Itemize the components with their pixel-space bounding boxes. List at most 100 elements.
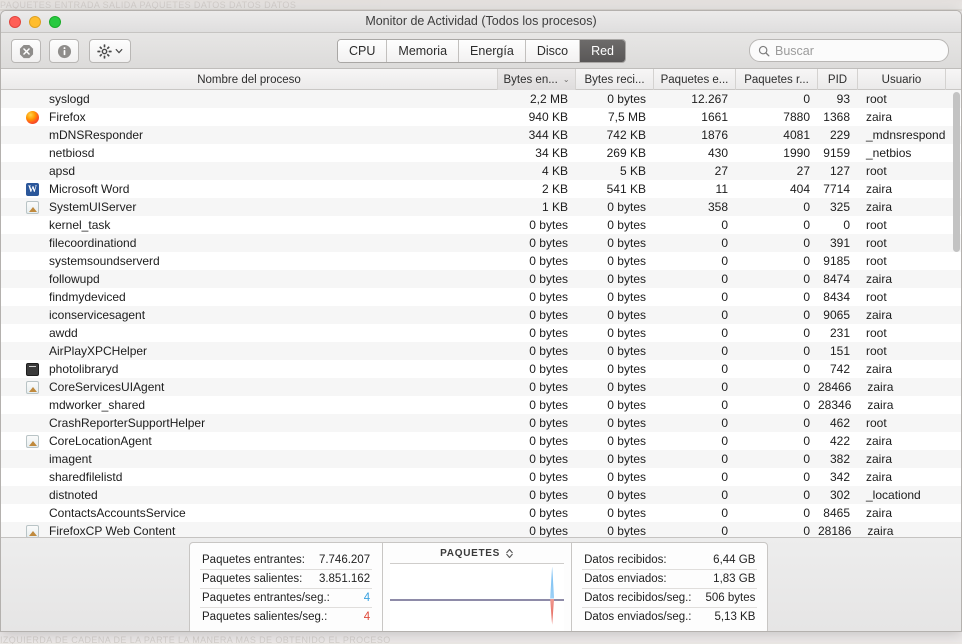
cell-bytes-received: 269 KB [576,146,654,160]
column-header-spacer [946,69,961,90]
cell-user: zaira [859,524,946,537]
cell-packets-received: 0 [736,524,818,537]
cell-pid: 93 [818,92,858,106]
cell-packets-sent: 1876 [654,128,736,142]
tab-red[interactable]: Red [580,40,625,62]
cell-pid: 8465 [818,506,858,520]
cell-pid: 9159 [818,146,858,160]
cell-packets-sent: 0 [654,218,736,232]
table-row[interactable]: FirefoxCP Web Content0 bytes0 bytes00281… [1,522,961,537]
table-row[interactable]: awdd0 bytes0 bytes00231root [1,324,961,342]
table-column-headers: Nombre del proceso Bytes en... ⌄ Bytes r… [1,69,961,90]
cell-process-name: mdworker_shared [45,398,498,412]
cell-pid: 342 [818,470,858,484]
cell-bytes-received: 0 bytes [576,218,654,232]
table-scrollbar-thumb[interactable] [953,92,960,252]
table-row[interactable]: imagent0 bytes0 bytes00382zaira [1,450,961,468]
table-row[interactable]: iconservicesagent0 bytes0 bytes009065zai… [1,306,961,324]
table-row[interactable]: systemsoundserverd0 bytes0 bytes009185ro… [1,252,961,270]
table-row[interactable]: apsd4 KB5 KB2727127root [1,162,961,180]
cell-bytes-sent: 0 bytes [498,272,576,286]
column-header-pid[interactable]: PID [818,69,858,90]
row-icon-cell [1,111,45,124]
table-row[interactable]: photolibraryd0 bytes0 bytes00742zaira [1,360,961,378]
table-row[interactable]: kernel_task0 bytes0 bytes000root [1,216,961,234]
cell-pid: 302 [818,488,858,502]
app-icon [26,435,39,448]
tab-energia[interactable]: Energía [459,40,526,62]
cell-process-name: filecoordinationd [45,236,498,250]
cell-packets-received: 0 [736,506,818,520]
table-row[interactable]: AirPlayXPCHelper0 bytes0 bytes00151root [1,342,961,360]
packet-stat-row: Paquetes entrantes:7.746.207 [200,551,372,570]
table-row[interactable]: filecoordinationd0 bytes0 bytes00391root [1,234,961,252]
settings-menu-button[interactable] [89,39,131,63]
cell-user: root [858,218,946,232]
cell-bytes-sent: 940 KB [498,110,576,124]
table-row[interactable]: WMicrosoft Word2 KB541 KB114047714zaira [1,180,961,198]
cell-user: root [858,344,946,358]
cell-packets-sent: 0 [654,290,736,304]
packet-stat-label: Paquetes entrantes/seg.: [202,592,330,604]
table-row[interactable]: netbiosd34 KB269 KB43019909159_netbios [1,144,961,162]
stop-process-button[interactable] [11,39,41,63]
cell-user: zaira [858,362,946,376]
table-row[interactable]: Firefox940 KB7,5 MB166178801368zaira [1,108,961,126]
cell-bytes-received: 0 bytes [576,470,654,484]
packet-stat-row: Paquetes entrantes/seg.:4 [200,589,372,608]
cell-process-name: followupd [45,272,498,286]
cell-bytes-received: 0 bytes [576,92,654,106]
column-header-bytes-sent[interactable]: Bytes en... ⌄ [498,69,576,90]
table-row[interactable]: CoreServicesUIAgent0 bytes0 bytes0028466… [1,378,961,396]
cell-pid: 422 [818,434,858,448]
cell-packets-received: 0 [736,218,818,232]
inspect-process-button[interactable] [49,39,79,63]
toolbar: CPU Memoria Energía Disco Red Buscar [1,33,961,69]
column-header-user[interactable]: Usuario [858,69,946,90]
cell-process-name: AirPlayXPCHelper [45,344,498,358]
column-header-packets-received[interactable]: Paquetes r... [736,69,818,90]
packet-stat-value: 4 [364,611,370,623]
stop-octagon-icon [19,44,34,59]
gear-icon [97,44,112,59]
cell-packets-sent: 0 [654,506,736,520]
table-row[interactable]: findmydeviced0 bytes0 bytes008434root [1,288,961,306]
table-row[interactable]: ContactsAccountsService0 bytes0 bytes008… [1,504,961,522]
table-row[interactable]: CoreLocationAgent0 bytes0 bytes00422zair… [1,432,961,450]
table-row[interactable]: mDNSResponder344 KB742 KB18764081229_mdn… [1,126,961,144]
search-field[interactable]: Buscar [749,39,949,62]
column-header-packets-sent[interactable]: Paquetes e... [654,69,736,90]
background-window-bottom: IZQUIERDA DE CADENA DE LA PARTE LA MANER… [0,634,962,644]
table-row[interactable]: distnoted0 bytes0 bytes00302_locationd [1,486,961,504]
table-row[interactable]: followupd0 bytes0 bytes008474zaira [1,270,961,288]
info-circle-icon [57,44,72,59]
cell-packets-sent: 0 [654,470,736,484]
table-scrollbar[interactable] [953,92,960,535]
cell-packets-received: 0 [736,254,818,268]
tab-cpu[interactable]: CPU [338,40,387,62]
cell-bytes-sent: 0 bytes [498,416,576,430]
table-row[interactable]: CrashReporterSupportHelper0 bytes0 bytes… [1,414,961,432]
tab-memoria[interactable]: Memoria [387,40,459,62]
column-header-bytes-received[interactable]: Bytes reci... [576,69,654,90]
graph-title-row[interactable]: PAQUETES [440,548,514,559]
table-row[interactable]: sharedfilelistd0 bytes0 bytes00342zaira [1,468,961,486]
cell-user: _locationd [858,488,946,502]
cell-bytes-received: 0 bytes [576,290,654,304]
column-header-process-name[interactable]: Nombre del proceso [1,69,498,90]
cell-pid: 742 [818,362,858,376]
process-table[interactable]: syslogd2,2 MB0 bytes12.267093rootFirefox… [1,90,961,537]
cell-bytes-received: 0 bytes [576,524,654,537]
cell-packets-received: 0 [736,290,818,304]
cell-bytes-sent: 1 KB [498,200,576,214]
cell-packets-sent: 0 [654,416,736,430]
table-row[interactable]: mdworker_shared0 bytes0 bytes0028346zair… [1,396,961,414]
data-stat-label: Datos enviados/seg.: [584,611,691,623]
table-row[interactable]: SystemUIServer1 KB0 bytes3580325zaira [1,198,961,216]
cell-user: zaira [859,380,946,394]
table-row[interactable]: syslogd2,2 MB0 bytes12.267093root [1,90,961,108]
up-down-chevron-icon[interactable] [505,548,514,559]
tab-disco[interactable]: Disco [526,40,580,62]
cell-process-name: CoreLocationAgent [45,434,498,448]
cell-bytes-received: 0 bytes [576,506,654,520]
